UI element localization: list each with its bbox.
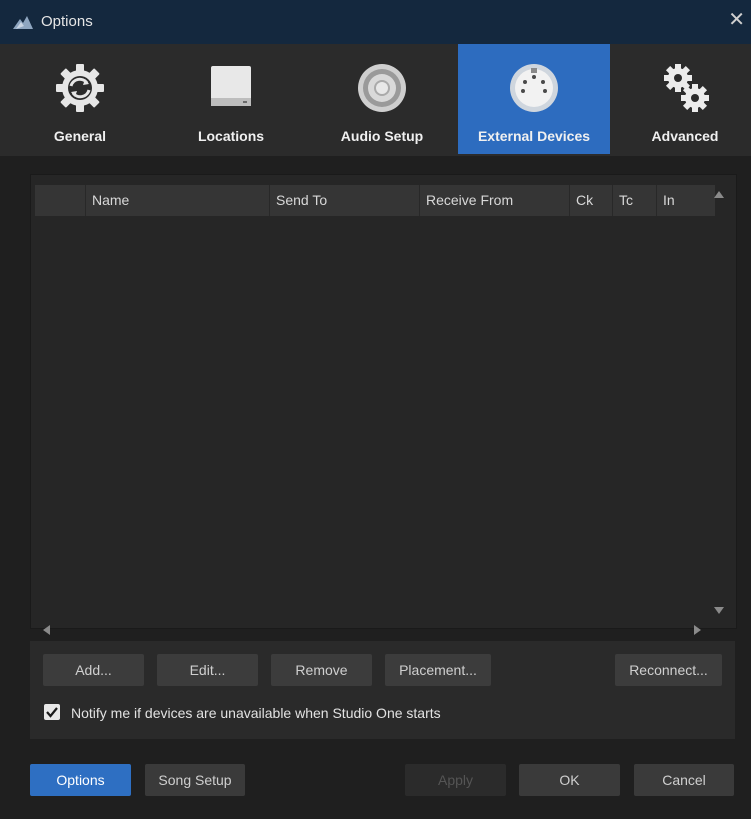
- gears-icon: [664, 64, 709, 112]
- tab-external-devices[interactable]: External Devices: [458, 44, 610, 154]
- column-header-receive-from[interactable]: Receive From: [419, 185, 569, 216]
- column-header-ck[interactable]: Ck: [569, 185, 612, 216]
- device-actions-panel: Add... Edit... Remove Placement... Recon…: [30, 641, 735, 739]
- options-button[interactable]: Options: [30, 764, 131, 796]
- device-list-header: Name Send To Receive From Ck Tc In: [35, 185, 715, 216]
- device-list[interactable]: Name Send To Receive From Ck Tc In: [30, 174, 737, 635]
- checkmark-icon: [46, 707, 58, 718]
- column-header-send-to[interactable]: Send To: [269, 185, 419, 216]
- edit-device-button[interactable]: Edit...: [157, 654, 258, 686]
- tab-audio-setup-label: Audio Setup: [340, 128, 424, 144]
- tab-general[interactable]: General: [4, 44, 156, 154]
- column-header-select[interactable]: [35, 185, 85, 216]
- tab-advanced-label: Advanced: [651, 128, 719, 144]
- external-devices-page: Name Send To Receive From Ck Tc In Add..…: [0, 156, 751, 819]
- reconnect-button[interactable]: Reconnect...: [615, 654, 722, 686]
- tab-audio-setup[interactable]: Audio Setup: [306, 44, 458, 154]
- add-device-button[interactable]: Add...: [43, 654, 144, 686]
- options-category-bar: General Locations Audio Setup External D…: [0, 44, 751, 156]
- speaker-icon: [358, 64, 406, 112]
- close-icon[interactable]: ✕: [728, 10, 745, 30]
- tab-general-label: General: [53, 128, 107, 144]
- window-title: Options: [41, 13, 93, 30]
- tab-locations[interactable]: Locations: [155, 44, 307, 154]
- scroll-up-arrow-icon[interactable]: [714, 191, 724, 198]
- scroll-right-arrow-icon[interactable]: [694, 625, 701, 635]
- midi-connector-icon: [510, 64, 558, 112]
- cancel-button[interactable]: Cancel: [634, 764, 734, 796]
- drive-icon: [211, 66, 251, 106]
- tab-locations-label: Locations: [197, 128, 265, 144]
- column-header-in[interactable]: In: [656, 185, 715, 216]
- remove-device-button[interactable]: Remove: [271, 654, 372, 686]
- gear-refresh-icon: [56, 64, 104, 112]
- notify-unavailable-checkbox[interactable]: [44, 704, 60, 720]
- title-bar: Options ✕: [0, 0, 751, 44]
- tab-external-devices-label: External Devices: [477, 128, 591, 144]
- scroll-left-arrow-icon[interactable]: [43, 625, 50, 635]
- ok-button[interactable]: OK: [519, 764, 620, 796]
- placement-button[interactable]: Placement...: [385, 654, 491, 686]
- column-header-name[interactable]: Name: [85, 185, 269, 216]
- scroll-down-arrow-icon[interactable]: [714, 607, 724, 614]
- notify-unavailable-label: Notify me if devices are unavailable whe…: [71, 705, 441, 721]
- song-setup-button[interactable]: Song Setup: [145, 764, 245, 796]
- studio-one-app-icon: [13, 16, 33, 29]
- tab-advanced[interactable]: Advanced: [609, 44, 751, 154]
- column-header-tc[interactable]: Tc: [612, 185, 656, 216]
- apply-button[interactable]: Apply: [405, 764, 506, 796]
